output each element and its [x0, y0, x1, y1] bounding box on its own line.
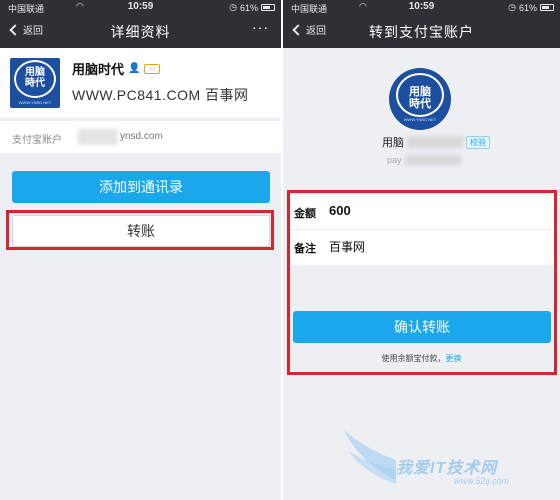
alipay-account-row: 支付宝账户 ynsd.com: [0, 121, 281, 153]
profile-card: 用脑 時代 WWW.YNSD.NET 用脑时代 👤 ▭ WWW.PC841.CO…: [0, 48, 281, 118]
status-right: ◷ 61%: [229, 2, 275, 13]
user-icon: 👤: [128, 63, 141, 74]
payment-method-note: 使用余额宝付款，更换: [283, 353, 560, 364]
profile-name: 用脑时代: [72, 62, 125, 77]
account-label: 支付宝账户: [12, 135, 62, 146]
page-title: 转到支付宝账户: [369, 24, 474, 40]
alarm-icon: ◷: [229, 2, 237, 12]
avatar-url: WWW.YNSD.NET: [18, 100, 52, 105]
avatar[interactable]: 用脑 時代 WWW.YNSD.NET: [10, 58, 60, 108]
battery-fill: [542, 6, 550, 9]
amount-label: 金额: [294, 208, 316, 220]
site-watermark-text: WWW.PC841.COM 百事网: [72, 87, 249, 103]
nav-bar: 返回 详细资料 ···: [0, 14, 281, 48]
amount-input[interactable]: [329, 203, 509, 218]
more-options-button[interactable]: ···: [252, 19, 269, 35]
recipient-name: 用脑: [382, 137, 404, 149]
battery-icon: [540, 4, 554, 11]
account-blur: [78, 129, 118, 145]
battery-percent: 61%: [518, 2, 537, 13]
profile-name-row: 用脑时代 👤 ▭: [72, 59, 161, 78]
recipient-account: pay: [387, 155, 402, 165]
alarm-icon: ◷: [508, 2, 516, 12]
battery-percent: 61%: [239, 2, 258, 13]
note-row: 备注: [289, 230, 554, 265]
recipient-account-row: pay: [387, 155, 461, 165]
site-watermark: 我爱IT技术网 www.52ij.com: [336, 420, 550, 496]
change-payment-link[interactable]: 更换: [446, 354, 462, 363]
battery-fill: [263, 6, 271, 9]
confirm-transfer-button[interactable]: 确认转账: [293, 311, 551, 343]
payment-method-text: 使用余额宝付款，: [381, 354, 446, 363]
note-label: 备注: [294, 243, 316, 255]
id-card-icon: ▭: [144, 63, 161, 74]
watermark-url: www.52ij.com: [454, 476, 510, 486]
avatar-text-line2: 時代: [409, 97, 431, 110]
avatar-text: 用脑 時代: [10, 67, 60, 89]
note-input[interactable]: [329, 239, 509, 253]
avatar-url: WWW.YNSD.NET: [403, 117, 437, 122]
battery-icon: [261, 4, 275, 11]
transfer-button[interactable]: 转账: [12, 215, 270, 247]
status-bar: 中国联通 ◠ 10:59 ◷ 61%: [0, 0, 281, 14]
nav-bar: 返回 转到支付宝账户: [283, 14, 560, 48]
recipient-account-blur: [404, 155, 461, 165]
transfer-form: 金额 备注: [289, 195, 554, 265]
add-to-contacts-button[interactable]: 添加到通讯录: [12, 171, 270, 203]
recipient-name-blur: [407, 136, 463, 148]
recipient-avatar: 用脑 時代 WWW.YNSD.NET: [389, 68, 451, 130]
avatar-text-line1: 用脑: [409, 86, 431, 98]
verify-badge[interactable]: 校验: [466, 135, 490, 149]
account-value: ynsd.com: [120, 131, 163, 142]
avatar-text-line1: 用脑: [25, 67, 45, 78]
recipient-name-row: 用脑 校验: [382, 134, 490, 150]
watermark-title: 我爱IT技术网: [396, 460, 498, 477]
status-bar: 中国联通 ◠ 10:59 ◷ 61%: [283, 0, 560, 14]
status-right: ◷ 61%: [508, 2, 554, 13]
page-title: 详细资料: [110, 24, 171, 40]
avatar-text: 用脑 時代: [389, 86, 451, 110]
amount-row: 金额: [289, 195, 554, 230]
profile-screen: 中国联通 ◠ 10:59 ◷ 61% 返回 详细资料 ··· 用脑 時代 WWW…: [0, 0, 281, 500]
avatar-text-line2: 時代: [25, 77, 45, 89]
